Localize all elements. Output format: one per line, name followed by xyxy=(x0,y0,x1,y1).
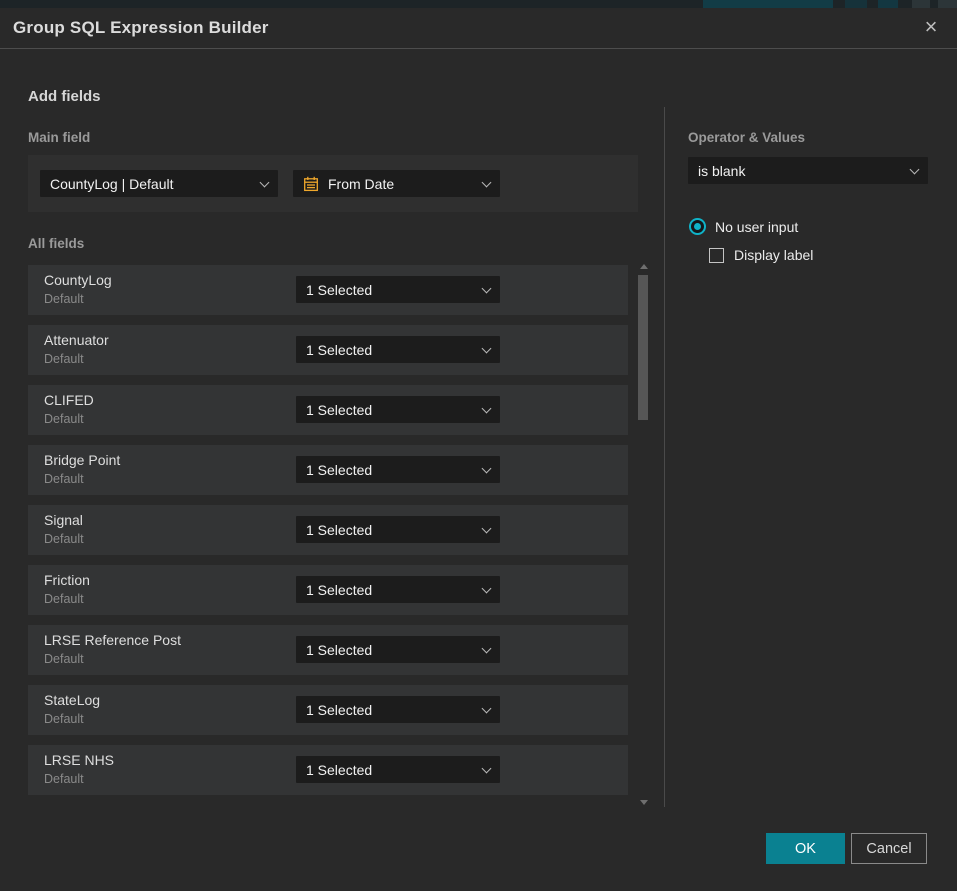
field-selection-value: 1 Selected xyxy=(306,282,475,298)
close-icon[interactable]: × xyxy=(920,17,942,39)
field-selection-value: 1 Selected xyxy=(306,462,475,478)
field-row-signal[interactable]: Signal Default 1 Selected xyxy=(28,505,628,555)
field-sublabel: Default xyxy=(44,712,84,726)
field-sublabel: Default xyxy=(44,292,84,306)
field-sublabel: Default xyxy=(44,652,84,666)
field-name: LRSE Reference Post xyxy=(44,632,181,648)
radio-selected-icon xyxy=(689,218,706,235)
field-row-attenuator[interactable]: Attenuator Default 1 Selected xyxy=(28,325,628,375)
scroll-up-icon[interactable] xyxy=(640,264,648,269)
background-fragment xyxy=(938,0,957,8)
chevron-down-icon xyxy=(910,164,920,174)
field-sublabel: Default xyxy=(44,772,84,786)
field-name: Signal xyxy=(44,512,83,528)
field-selection-value: 1 Selected xyxy=(306,582,475,598)
field-selection-value: 1 Selected xyxy=(306,342,475,358)
field-selection-value: 1 Selected xyxy=(306,402,475,418)
background-fragment xyxy=(703,0,833,8)
background-fragment xyxy=(878,0,898,8)
chevron-down-icon xyxy=(482,643,492,653)
chevron-down-icon xyxy=(482,463,492,473)
field-sublabel: Default xyxy=(44,412,84,426)
panel-divider xyxy=(664,107,665,807)
field-name: CountyLog xyxy=(44,272,112,288)
field-sublabel: Default xyxy=(44,352,84,366)
dialog-title: Group SQL Expression Builder xyxy=(13,18,269,38)
field-row-countylog[interactable]: CountyLog Default 1 Selected xyxy=(28,265,628,315)
scroll-down-icon[interactable] xyxy=(640,800,648,805)
field-name: CLIFED xyxy=(44,392,94,408)
field-sublabel: Default xyxy=(44,592,84,606)
field-row-lrse-reference-post[interactable]: LRSE Reference Post Default 1 Selected xyxy=(28,625,628,675)
calendar-icon xyxy=(303,176,319,192)
field-selection-dropdown[interactable]: 1 Selected xyxy=(296,756,500,783)
field-name: LRSE NHS xyxy=(44,752,114,768)
field-selection-value: 1 Selected xyxy=(306,702,475,718)
fields-list-scrollbar[interactable] xyxy=(636,262,651,805)
cancel-button[interactable]: Cancel xyxy=(851,833,927,864)
background-app-strip xyxy=(0,0,957,8)
dialog-header: Group SQL Expression Builder × xyxy=(0,8,957,49)
field-selection-dropdown[interactable]: 1 Selected xyxy=(296,456,500,483)
chevron-down-icon xyxy=(482,523,492,533)
field-selection-dropdown[interactable]: 1 Selected xyxy=(296,576,500,603)
radio-label: No user input xyxy=(715,219,798,235)
field-row-statelog[interactable]: StateLog Default 1 Selected xyxy=(28,685,628,735)
ok-button[interactable]: OK xyxy=(766,833,845,864)
main-field-panel: CountyLog | Default From Date xyxy=(28,155,638,212)
checkbox-label: Display label xyxy=(734,247,813,263)
chevron-down-icon xyxy=(482,343,492,353)
chevron-down-icon xyxy=(482,703,492,713)
field-name: Friction xyxy=(44,572,90,588)
field-selection-dropdown[interactable]: 1 Selected xyxy=(296,516,500,543)
field-selection-dropdown[interactable]: 1 Selected xyxy=(296,336,500,363)
field-name: Bridge Point xyxy=(44,452,120,468)
field-selection-dropdown[interactable]: 1 Selected xyxy=(296,636,500,663)
operator-dropdown[interactable]: is blank xyxy=(688,157,928,184)
display-label-checkbox[interactable]: Display label xyxy=(709,247,813,263)
main-field-dropdown[interactable]: From Date xyxy=(293,170,500,197)
field-selection-dropdown[interactable]: 1 Selected xyxy=(296,696,500,723)
all-fields-label: All fields xyxy=(28,236,84,251)
chevron-down-icon xyxy=(482,583,492,593)
field-sublabel: Default xyxy=(44,472,84,486)
field-sublabel: Default xyxy=(44,532,84,546)
chevron-down-icon xyxy=(260,177,270,187)
main-layer-dropdown-value: CountyLog | Default xyxy=(50,176,253,192)
chevron-down-icon xyxy=(482,283,492,293)
field-selection-value: 1 Selected xyxy=(306,762,475,778)
all-fields-list: CountyLog Default 1 Selected Attenuator … xyxy=(28,265,628,805)
checkbox-unchecked-icon xyxy=(709,248,724,263)
field-selection-dropdown[interactable]: 1 Selected xyxy=(296,396,500,423)
field-selection-value: 1 Selected xyxy=(306,642,475,658)
background-fragment xyxy=(912,0,930,8)
chevron-down-icon xyxy=(482,403,492,413)
field-selection-dropdown[interactable]: 1 Selected xyxy=(296,276,500,303)
group-sql-expression-builder-dialog: Group SQL Expression Builder × Add field… xyxy=(0,8,957,891)
field-row-bridge-point[interactable]: Bridge Point Default 1 Selected xyxy=(28,445,628,495)
field-name: StateLog xyxy=(44,692,100,708)
main-field-label: Main field xyxy=(28,130,90,145)
no-user-input-radio[interactable]: No user input xyxy=(689,218,798,235)
field-selection-value: 1 Selected xyxy=(306,522,475,538)
operator-values-label: Operator & Values xyxy=(688,130,805,145)
add-fields-heading: Add fields xyxy=(28,88,101,105)
field-row-clifed[interactable]: CLIFED Default 1 Selected xyxy=(28,385,628,435)
background-fragment xyxy=(845,0,867,8)
main-field-dropdown-value: From Date xyxy=(328,176,475,192)
chevron-down-icon xyxy=(482,177,492,187)
field-row-lrse-nhs[interactable]: LRSE NHS Default 1 Selected xyxy=(28,745,628,795)
operator-dropdown-value: is blank xyxy=(698,163,903,179)
chevron-down-icon xyxy=(482,763,492,773)
field-row-friction[interactable]: Friction Default 1 Selected xyxy=(28,565,628,615)
field-name: Attenuator xyxy=(44,332,109,348)
main-layer-dropdown[interactable]: CountyLog | Default xyxy=(40,170,278,197)
scrollbar-thumb[interactable] xyxy=(638,275,648,420)
